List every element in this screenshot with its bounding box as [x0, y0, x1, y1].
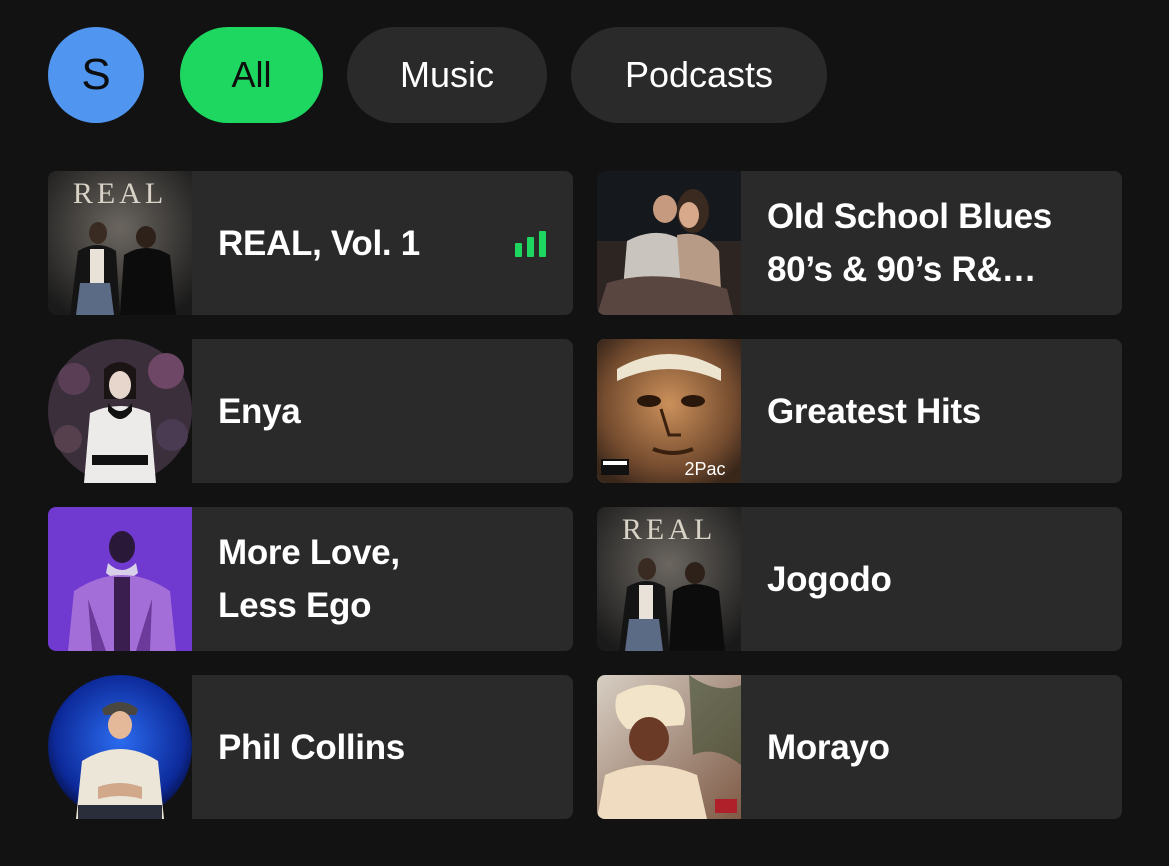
shortcut-title: Jogodo: [767, 559, 892, 599]
svg-text:REAL: REAL: [622, 513, 716, 546]
album-art: 2Pac: [597, 339, 741, 483]
profile-avatar[interactable]: S: [48, 27, 144, 123]
svg-text:2Pac: 2Pac: [684, 459, 725, 479]
equalizer-icon: [515, 231, 547, 257]
shortcut-title: Old School Blues 80’s & 90’s R&…: [767, 197, 1052, 289]
shortcut-card-phil-collins[interactable]: Phil Collins: [48, 675, 573, 819]
shortcut-card-morayo[interactable]: Morayo: [597, 675, 1122, 819]
shortcut-title: Greatest Hits: [767, 391, 981, 431]
artist-image-phil-collins: [48, 675, 192, 819]
shortcut-title: Enya: [218, 391, 301, 431]
shortcut-card-enya[interactable]: Enya: [48, 339, 573, 483]
filter-chip-all[interactable]: All: [180, 27, 323, 123]
artist-image: [48, 339, 192, 483]
profile-initial: S: [81, 50, 111, 99]
filter-bar: S All Music Podcasts: [48, 27, 851, 123]
shortcut-card-more-love-less-ego[interactable]: More Love, Less Ego: [48, 507, 573, 651]
album-art-morayo: [597, 675, 741, 819]
home-screen: S All Music Podcasts REAL REAL, Vol. 1 O…: [0, 0, 1169, 866]
shortcut-card-old-school-blues[interactable]: Old School Blues 80’s & 90’s R&…: [597, 171, 1122, 315]
shortcut-title: Phil Collins: [218, 727, 405, 767]
album-art: [597, 675, 741, 819]
svg-text:REAL: REAL: [73, 177, 167, 210]
album-art-real-vol-1: REAL: [48, 171, 192, 315]
album-art: REAL: [48, 171, 192, 315]
filter-chip-podcasts[interactable]: Podcasts: [571, 27, 827, 123]
shortcut-title: More Love, Less Ego: [218, 533, 400, 625]
filter-chip-label: All: [231, 54, 272, 95]
filter-chip-music[interactable]: Music: [347, 27, 547, 123]
shortcut-card-real-vol-1[interactable]: REAL REAL, Vol. 1: [48, 171, 573, 315]
shortcut-card-jogodo[interactable]: REAL Jogodo: [597, 507, 1122, 651]
filter-chip-label: Music: [399, 54, 494, 95]
artist-image: [48, 675, 192, 819]
album-art: [597, 171, 741, 315]
album-art-more-love-less-ego: [48, 507, 192, 651]
album-art: REAL: [597, 507, 741, 651]
album-art-old-school-blues: [597, 171, 741, 315]
album-art-greatest-hits: 2Pac: [597, 339, 741, 483]
album-art-jogodo: REAL: [597, 507, 741, 651]
album-art: [48, 507, 192, 651]
artist-image-enya: [48, 339, 192, 483]
filter-chip-label: Podcasts: [624, 54, 774, 95]
shortcut-title: Morayo: [767, 727, 890, 767]
shortcut-card-greatest-hits[interactable]: 2Pac Greatest Hits: [597, 339, 1122, 483]
